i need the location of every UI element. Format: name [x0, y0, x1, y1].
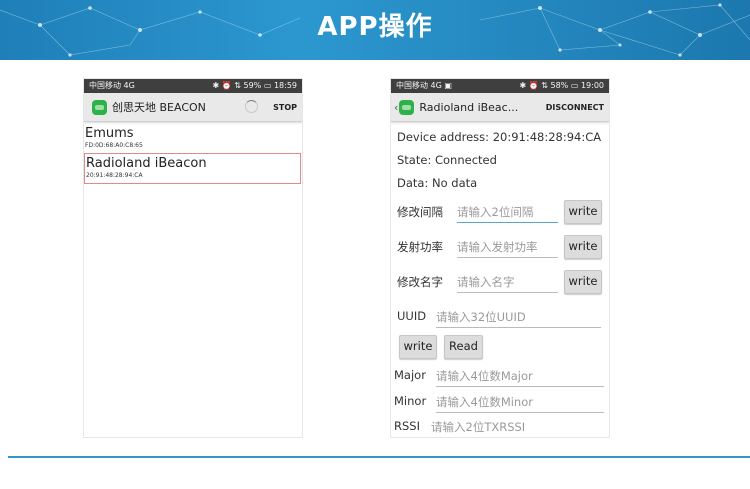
power-label: 发射功率: [397, 240, 443, 254]
read-uuid-button[interactable]: Read: [444, 335, 483, 359]
interval-input[interactable]: 请输入2位间隔: [457, 204, 558, 223]
major-row: Major 请输入4位数Major: [391, 364, 609, 390]
status-bar: 中国移动 4G ▣ ✱ ⏰ ⇅ 58% ▭ 19:00: [391, 79, 609, 93]
battery-label: 58%: [550, 81, 569, 90]
carrier-label: 中国移动 4G ▣: [396, 81, 452, 90]
uuid-actions-row: write Read: [391, 332, 609, 364]
clock-label: 19:00: [580, 81, 604, 90]
minor-row: Minor 请输入4位数Minor: [391, 390, 609, 416]
device-title: Radioland iBeac...: [419, 100, 519, 114]
stop-button[interactable]: STOP: [273, 103, 297, 112]
device-address: 20:91:48:28:94:CA: [86, 172, 143, 179]
minor-input[interactable]: 请输入4位数Minor: [436, 394, 604, 413]
app-logo-icon: [399, 99, 415, 115]
uuid-input[interactable]: 请输入32位UUID: [436, 309, 601, 328]
power-row: 发射功率 请输入发射功率 write: [391, 230, 609, 265]
name-label: 修改名字: [397, 275, 443, 289]
status-icons: ✱ ⏰ ⇅: [212, 81, 241, 90]
phone-device-screen: 中国移动 4G ▣ ✱ ⏰ ⇅ 58% ▭ 19:00 ‹ Radioland …: [390, 78, 610, 438]
write-interval-button[interactable]: write: [564, 200, 602, 224]
device-address: FD:0D:68:A0:C8:65: [85, 142, 143, 149]
app-logo-icon: [92, 99, 107, 115]
name-input[interactable]: 请输入名字: [457, 274, 558, 293]
write-power-button[interactable]: write: [564, 235, 602, 259]
connection-state-text: State: Connected: [397, 153, 497, 167]
phone-scan-screen: 中国移动 4G ✱ ⏰ ⇅ 59% ▭ 18:59 创思天地 BEACON ST…: [83, 78, 303, 438]
battery-icon: ▭: [570, 81, 579, 90]
device-list-item-selected[interactable]: Radioland iBeacon 20:91:48:28:94:CA: [84, 153, 301, 184]
uuid-label: UUID: [397, 309, 427, 323]
carrier-label: 中国移动 4G: [89, 81, 135, 90]
loading-spinner-icon: [245, 100, 258, 113]
battery-icon: ▭: [263, 81, 272, 90]
battery-label: 59%: [243, 81, 262, 90]
status-icons: ✱ ⏰ ⇅: [519, 81, 548, 90]
device-list-item[interactable]: Emums FD:0D:68:A0:C8:65: [84, 124, 302, 153]
slide-title: APP操作: [317, 12, 433, 42]
footer-divider: [8, 456, 750, 458]
header-banner: APP操作: [0, 0, 750, 60]
disconnect-button[interactable]: DISCONNECT: [546, 103, 604, 112]
clock-label: 18:59: [273, 81, 297, 90]
minor-label: Minor: [394, 394, 427, 408]
major-label: Major: [394, 368, 426, 382]
device-name: Radioland iBeacon: [86, 156, 207, 171]
rssi-row: RSSI 请输入2位TXRSSI: [391, 416, 609, 437]
interval-label: 修改间隔: [397, 205, 443, 219]
action-bar: ‹ Radioland iBeac... DISCONNECT: [391, 93, 609, 122]
name-row: 修改名字 请输入名字 write: [391, 265, 609, 300]
write-name-button[interactable]: write: [564, 270, 602, 294]
major-input[interactable]: 请输入4位数Major: [436, 368, 604, 387]
device-name: Emums: [85, 126, 134, 141]
action-bar: 创思天地 BEACON STOP: [84, 93, 302, 122]
uuid-row: UUID 请输入32位UUID: [391, 300, 609, 332]
interval-row: 修改间隔 请输入2位间隔 write: [391, 195, 609, 230]
back-chevron-icon[interactable]: ‹: [394, 101, 398, 114]
data-text: Data: No data: [397, 176, 478, 190]
rssi-input[interactable]: 请输入2位TXRSSI: [431, 419, 599, 437]
app-title: 创思天地 BEACON: [112, 101, 206, 114]
power-input[interactable]: 请输入发射功率: [457, 239, 558, 258]
write-uuid-button[interactable]: write: [399, 335, 437, 359]
rssi-label: RSSI: [394, 419, 420, 433]
status-bar: 中国移动 4G ✱ ⏰ ⇅ 59% ▭ 18:59: [84, 79, 302, 93]
device-address-text: Device address: 20:91:48:28:94:CA: [397, 130, 602, 144]
